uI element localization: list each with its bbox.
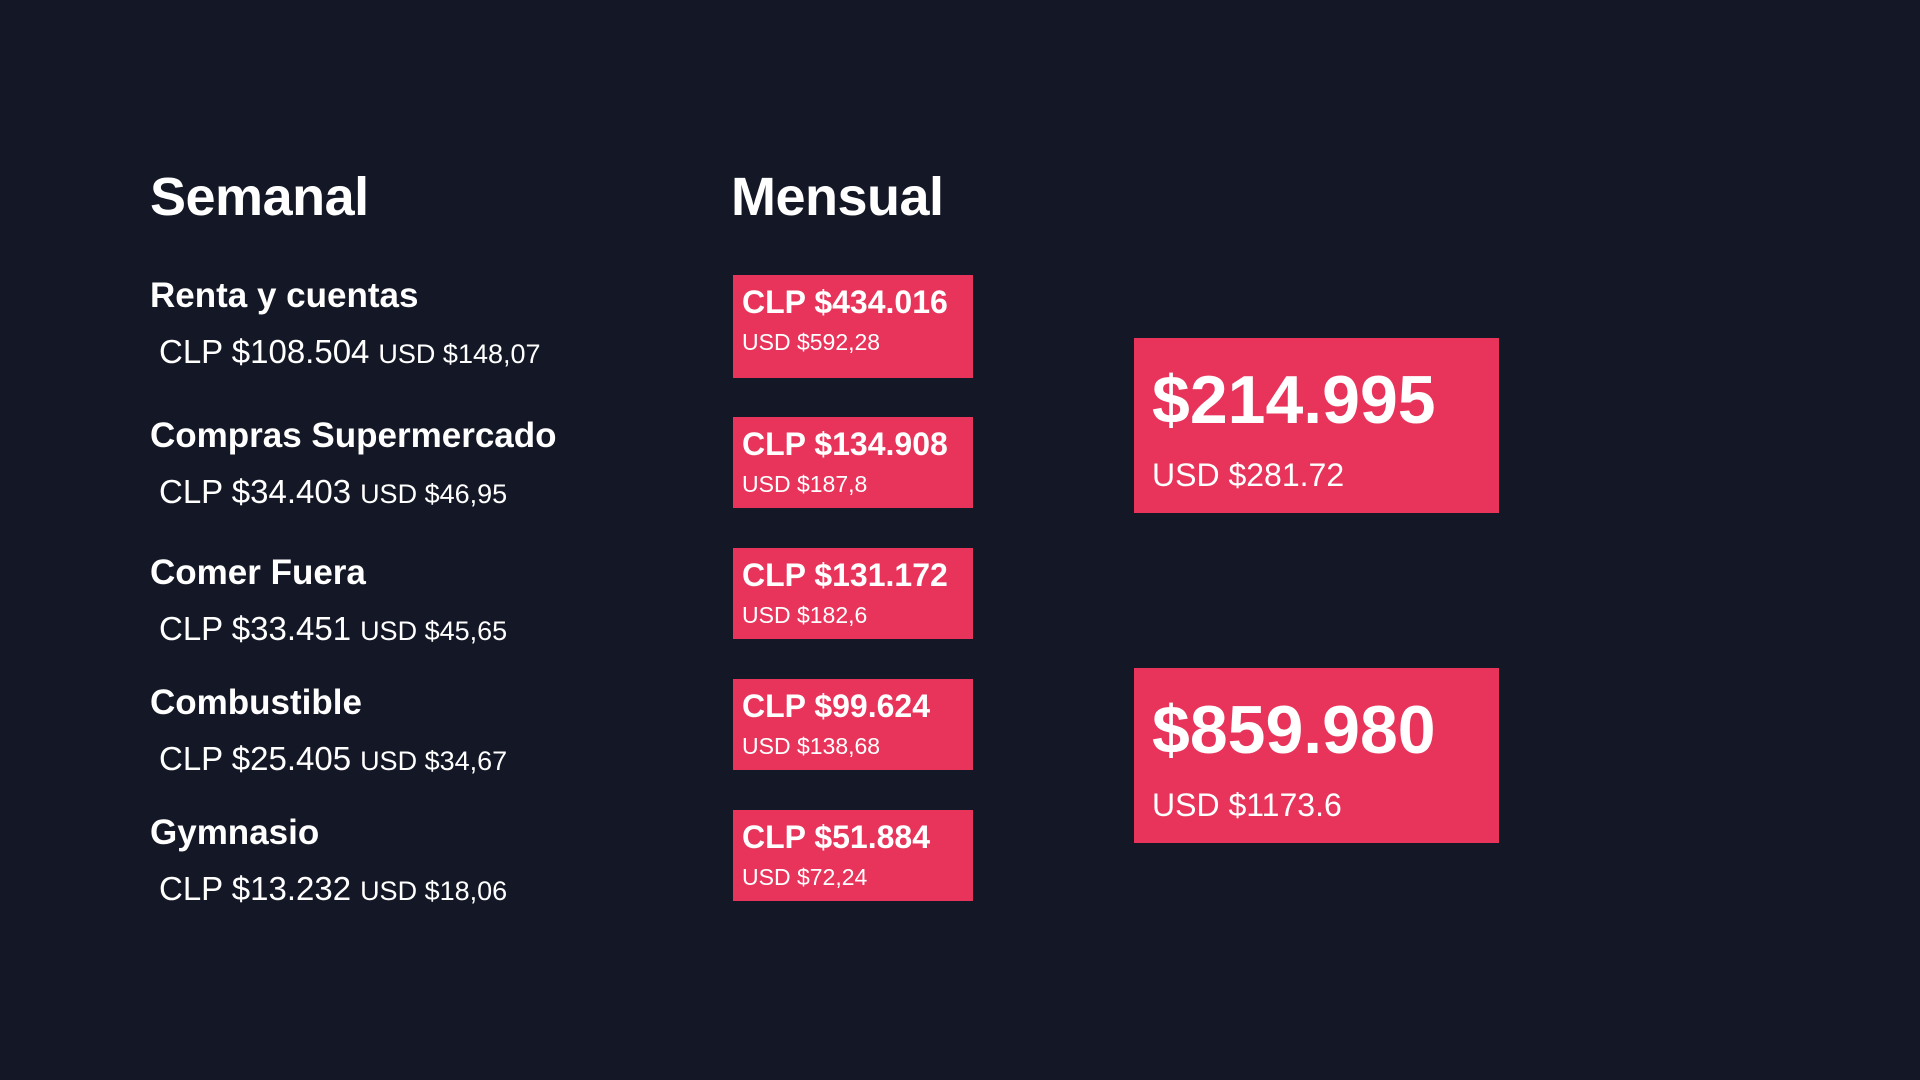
weekly-item-dining-out: Comer Fuera CLP $33.451 USD $45,65 <box>150 555 710 645</box>
weekly-item-usd: USD $46,95 <box>360 479 508 509</box>
monthly-box-groceries: CLP $134.908 USD $187,8 <box>733 417 973 508</box>
weekly-item-clp: CLP $25.405 <box>159 740 352 777</box>
weekly-item-gym: Gymnasio CLP $13.232 USD $18,06 <box>150 815 710 905</box>
monthly-clp: CLP $131.172 <box>742 557 948 593</box>
monthly-usd: USD $592,28 <box>742 329 881 355</box>
monthly-usd: USD $182,6 <box>742 602 868 628</box>
weekly-item-values: CLP $34.403 USD $46,95 <box>150 475 710 508</box>
weekly-item-values: CLP $25.405 USD $34,67 <box>150 742 710 775</box>
monthly-clp: CLP $434.016 <box>742 284 948 320</box>
weekly-item-clp: CLP $34.403 <box>159 473 352 510</box>
weekly-item-name: Combustible <box>150 683 362 722</box>
weekly-total-amount: $214.995 <box>1152 362 1436 438</box>
weekly-item-rent: Renta y cuentas CLP $108.504 USD $148,07 <box>150 278 710 368</box>
monthly-clp: CLP $99.624 <box>742 688 930 724</box>
weekly-item-usd: USD $148,07 <box>378 339 541 369</box>
monthly-total-box: $859.980 USD $1173.6 <box>1134 668 1499 843</box>
monthly-usd: USD $72,24 <box>742 864 868 890</box>
weekly-item-values: CLP $108.504 USD $148,07 <box>150 335 710 368</box>
weekly-item-clp: CLP $108.504 <box>159 333 370 370</box>
weekly-item-clp: CLP $13.232 <box>159 870 352 907</box>
weekly-item-usd: USD $34,67 <box>360 746 508 776</box>
monthly-box-dining-out: CLP $131.172 USD $182,6 <box>733 548 973 639</box>
monthly-usd: USD $187,8 <box>742 471 868 497</box>
weekly-item-name: Comer Fuera <box>150 553 366 592</box>
weekly-item-groceries: Compras Supermercado CLP $34.403 USD $46,… <box>150 418 710 508</box>
weekly-item-clp: CLP $33.451 <box>159 610 352 647</box>
monthly-box-rent: CLP $434.016 USD $592,28 <box>733 275 973 378</box>
monthly-box-gym: CLP $51.884 USD $72,24 <box>733 810 973 901</box>
weekly-item-name: Gymnasio <box>150 813 320 852</box>
monthly-usd: USD $138,68 <box>742 733 881 759</box>
weekly-item-usd: USD $18,06 <box>360 876 508 906</box>
weekly-total-box: $214.995 USD $281.72 <box>1134 338 1499 513</box>
monthly-clp: CLP $51.884 <box>742 819 930 855</box>
monthly-total-amount: $859.980 <box>1152 692 1436 768</box>
weekly-item-name: Renta y cuentas <box>150 276 419 315</box>
weekly-item-fuel: Combustible CLP $25.405 USD $34,67 <box>150 685 710 775</box>
weekly-item-values: CLP $13.232 USD $18,06 <box>150 872 710 905</box>
weekly-total-usd: USD $281.72 <box>1152 457 1345 493</box>
monthly-box-fuel: CLP $99.624 USD $138,68 <box>733 679 973 770</box>
monthly-total-usd: USD $1173.6 <box>1152 787 1342 823</box>
monthly-heading: Mensual <box>731 167 944 227</box>
monthly-clp: CLP $134.908 <box>742 426 948 462</box>
weekly-heading: Semanal <box>150 167 369 227</box>
weekly-item-name: Compras Supermercado <box>150 416 557 455</box>
weekly-item-usd: USD $45,65 <box>360 616 508 646</box>
weekly-item-values: CLP $33.451 USD $45,65 <box>150 612 710 645</box>
